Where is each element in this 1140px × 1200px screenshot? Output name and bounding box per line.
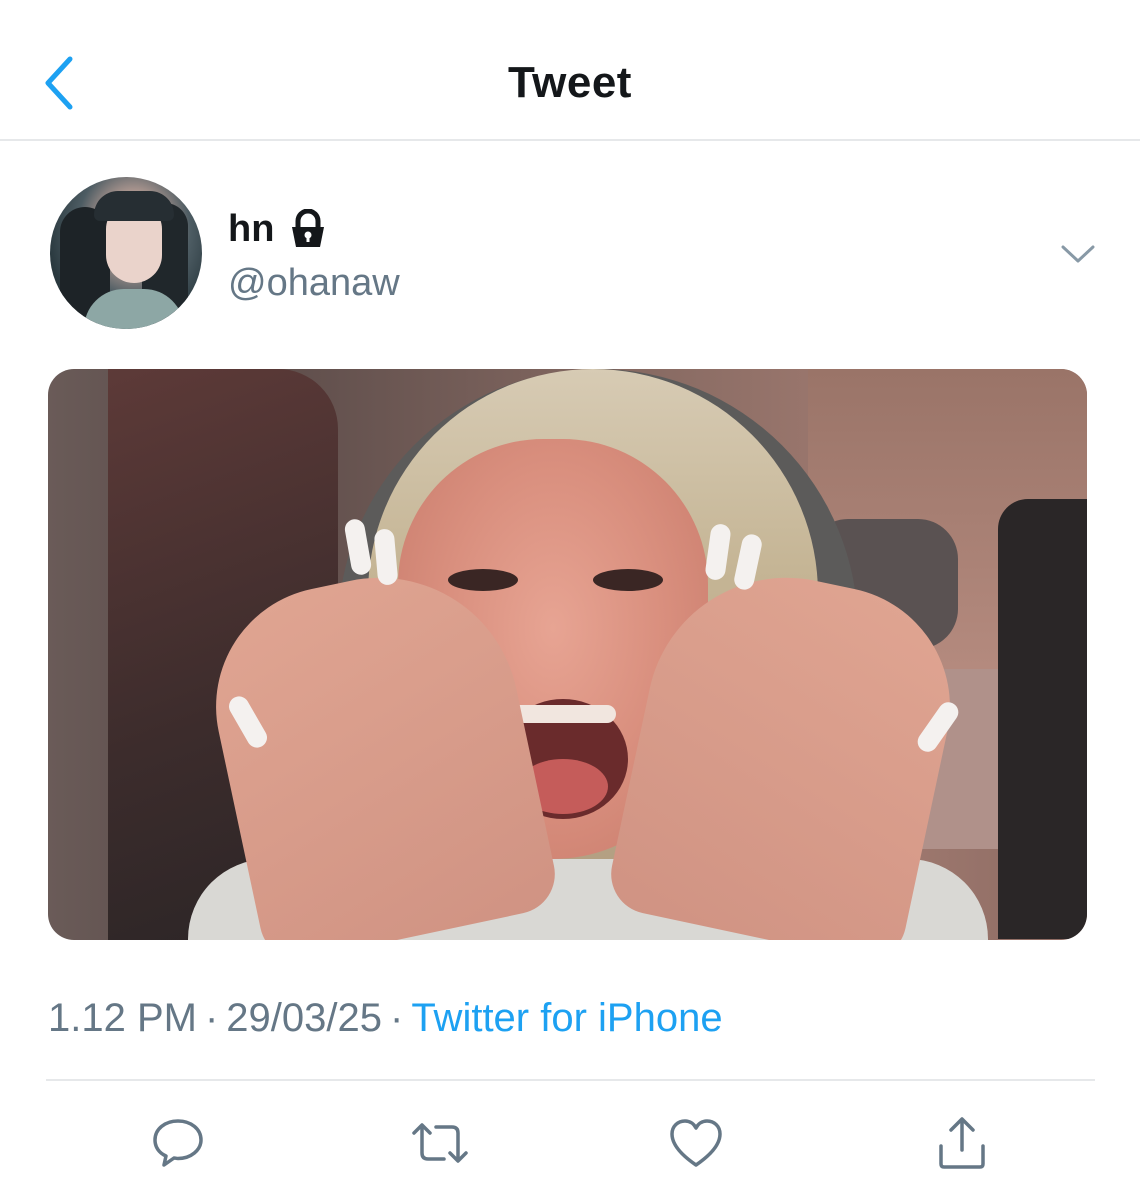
tweet-detail-screen: Tweet hn @ohanaw 1.12 PM · 29/03/25 · Tw… [0,0,1140,1200]
display-name: hn [228,207,275,250]
tweet-time: 1.12 PM [48,996,197,1040]
author-handle[interactable]: @ohanaw [228,262,400,305]
navigation-header: Tweet [0,0,1140,141]
more-options-button[interactable] [1056,236,1100,272]
heart-icon [670,1119,722,1167]
tweet-actions-bar [0,1100,1140,1180]
page-title: Tweet [508,58,632,107]
meta-separator: · [204,996,219,1040]
author-name-row[interactable]: hn [228,208,330,250]
reply-button[interactable] [143,1108,213,1178]
share-icon [939,1117,985,1169]
avatar[interactable] [50,177,202,329]
like-button[interactable] [661,1108,731,1178]
tweet-meta: 1.12 PM · 29/03/25 · Twitter for iPhone [48,996,723,1041]
retweet-icon [412,1123,468,1163]
tweet-source-link[interactable]: Twitter for iPhone [411,996,722,1040]
meta-separator: · [390,996,404,1040]
retweet-button[interactable] [405,1108,475,1178]
tweet-photo[interactable] [48,369,1087,940]
reply-icon [153,1119,203,1167]
tweet-date: 29/03/25 [226,996,382,1040]
divider [46,1079,1095,1081]
chevron-down-icon [1061,245,1095,263]
share-button[interactable] [927,1108,997,1178]
lock-icon [292,209,325,247]
